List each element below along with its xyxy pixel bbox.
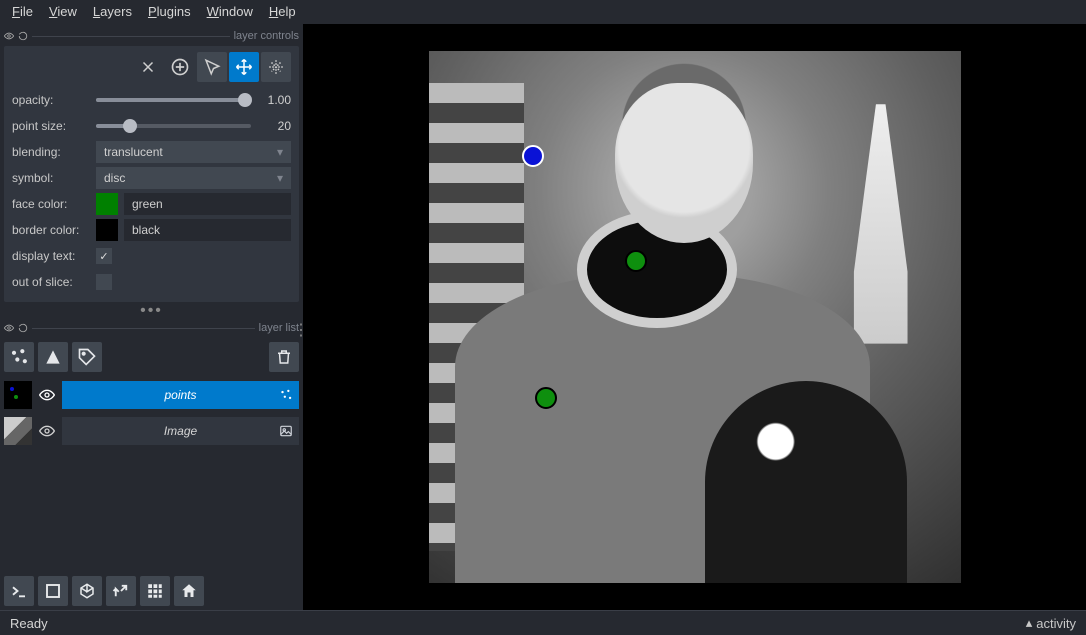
layer-visibility-toggle[interactable] [38, 423, 56, 439]
point-marker[interactable] [535, 387, 557, 409]
chevron-down-icon: ▾ [277, 145, 283, 159]
transpose-button[interactable] [106, 576, 136, 606]
main-area: layer controls [0, 24, 1086, 610]
viewer-toolbar [4, 570, 299, 606]
layer-name[interactable]: Image [62, 417, 299, 445]
opacity-slider[interactable] [96, 92, 251, 108]
layer-list: points Image [4, 378, 299, 448]
out-of-slice-label: out of slice: [12, 275, 90, 289]
border-color-swatch[interactable] [96, 219, 118, 241]
pointsize-value: 20 [257, 119, 291, 133]
blending-dropdown[interactable]: translucent ▾ [96, 141, 291, 163]
new-labels-layer-button[interactable] [72, 342, 102, 372]
tool-pan[interactable] [261, 52, 291, 82]
menu-view[interactable]: View [41, 2, 85, 21]
activity-toggle[interactable]: ▴ activity [1026, 615, 1076, 631]
reset-icon[interactable] [18, 31, 28, 41]
chevron-up-icon: ▴ [1026, 615, 1033, 631]
menu-plugins[interactable]: Plugins [140, 2, 199, 21]
separator [32, 328, 255, 329]
symbol-row: symbol: disc ▾ [12, 166, 291, 190]
menu-layers[interactable]: Layers [85, 2, 140, 21]
eye-icon[interactable] [4, 323, 14, 333]
menu-window[interactable]: Window [199, 2, 261, 21]
symbol-dropdown[interactable]: disc ▾ [96, 167, 291, 189]
image-layer [429, 51, 961, 583]
layer-controls-label: layer controls [234, 30, 299, 42]
border-color-label: border color: [12, 223, 90, 237]
tool-move[interactable] [229, 52, 259, 82]
menu-file[interactable]: File [4, 2, 41, 21]
pointsize-label: point size: [12, 119, 90, 133]
point-marker[interactable] [522, 145, 544, 167]
display-text-checkbox[interactable] [96, 248, 112, 264]
menubar: File View Layers Plugins Window Help [0, 0, 1086, 24]
delete-layer-button[interactable] [269, 342, 299, 372]
symbol-selected: disc [104, 171, 125, 185]
layer-thumb [4, 417, 32, 445]
opacity-label: opacity: [12, 93, 90, 107]
home-button[interactable] [174, 576, 204, 606]
points-icon [279, 388, 293, 402]
roll-dims-button[interactable] [72, 576, 102, 606]
out-of-slice-row: out of slice: [12, 270, 291, 294]
display-text-row: display text: [12, 244, 291, 268]
face-color-swatch[interactable] [96, 193, 118, 215]
console-button[interactable] [4, 576, 34, 606]
layer-name[interactable]: points [62, 381, 299, 409]
reset-icon[interactable] [18, 323, 28, 333]
symbol-label: symbol: [12, 171, 90, 185]
layer-visibility-toggle[interactable] [38, 387, 56, 403]
tool-add[interactable] [165, 52, 195, 82]
grid-button[interactable] [140, 576, 170, 606]
point-marker[interactable] [625, 250, 647, 272]
border-color-row: border color: black [12, 218, 291, 242]
canvas[interactable] [303, 24, 1086, 610]
image-icon [279, 424, 293, 438]
separator [32, 36, 230, 37]
opacity-row: opacity: 1.00 [12, 88, 291, 112]
tool-select[interactable] [197, 52, 227, 82]
blending-selected: translucent [104, 145, 163, 159]
menu-help[interactable]: Help [261, 2, 304, 21]
left-sidebar: layer controls [0, 24, 303, 610]
face-color-row: face color: green [12, 192, 291, 216]
border-color-input[interactable]: black [124, 219, 291, 241]
ndisplay-button[interactable] [38, 576, 68, 606]
pointsize-row: point size: 20 [12, 114, 291, 138]
tool-close[interactable] [133, 52, 163, 82]
display-text-label: display text: [12, 249, 90, 263]
layer-list-header: layer list ⋮ [4, 320, 299, 336]
layer-thumb [4, 381, 32, 409]
out-of-slice-checkbox[interactable] [96, 274, 112, 290]
layer-row-points[interactable]: points [4, 378, 299, 412]
panel-drag-handle[interactable]: ••• [4, 304, 299, 318]
status-bar: Ready ▴ activity [0, 610, 1086, 635]
layer-controls-header: layer controls [4, 28, 299, 44]
layer-list-toolbar [4, 342, 299, 372]
face-color-input[interactable]: green [124, 193, 291, 215]
new-shapes-layer-button[interactable] [38, 342, 68, 372]
blending-row: blending: translucent ▾ [12, 140, 291, 164]
canvas-viewport [429, 51, 961, 583]
status-text: Ready [10, 616, 48, 631]
tool-mode-row [12, 52, 291, 82]
layer-row-image[interactable]: Image [4, 414, 299, 448]
pointsize-slider[interactable] [96, 118, 251, 134]
new-points-layer-button[interactable] [4, 342, 34, 372]
blending-label: blending: [12, 145, 90, 159]
eye-icon[interactable] [4, 31, 14, 41]
face-color-label: face color: [12, 197, 90, 211]
layer-controls-panel: opacity: 1.00 point size: 20 blending: [4, 46, 299, 302]
opacity-value: 1.00 [257, 93, 291, 107]
chevron-down-icon: ▾ [277, 171, 283, 185]
